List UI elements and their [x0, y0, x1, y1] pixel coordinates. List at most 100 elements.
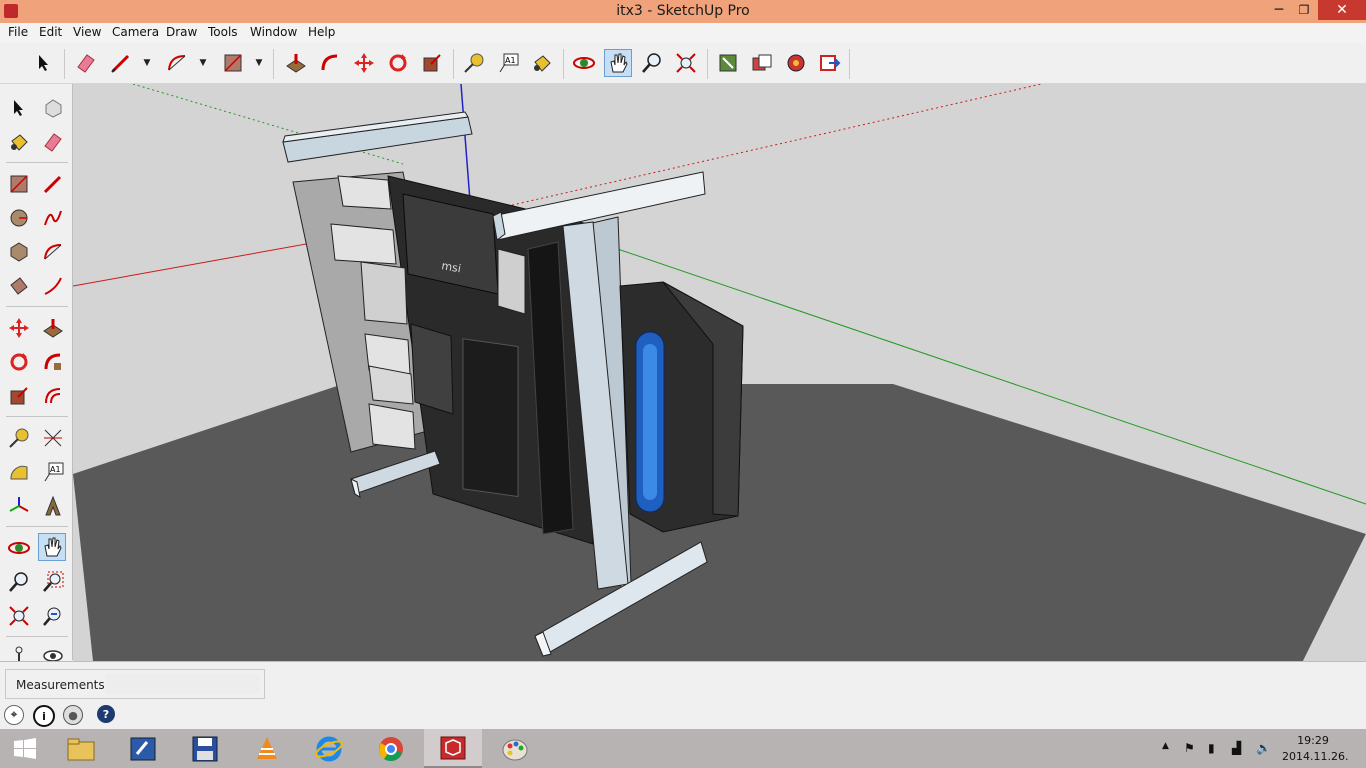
menu-help[interactable]: Help	[308, 25, 335, 39]
extension-warehouse-icon[interactable]	[782, 49, 810, 77]
window-title: itx3 - SketchUp Pro	[616, 3, 750, 19]
close-button[interactable]: ✕	[1318, 0, 1366, 20]
menu-edit[interactable]: Edit	[39, 25, 62, 39]
orbit-icon[interactable]	[5, 534, 33, 562]
arc-icon[interactable]	[39, 238, 67, 266]
status-area: Measurements ⌖ i ● ?	[0, 661, 1366, 730]
save-floppy-icon[interactable]	[176, 729, 234, 768]
eraser-icon[interactable]	[72, 49, 100, 77]
red-axis-dotted	[472, 84, 1044, 215]
tape-measure-icon[interactable]	[5, 424, 33, 452]
orbit-icon[interactable]	[570, 49, 598, 77]
move-icon[interactable]	[5, 314, 33, 342]
rotated-rectangle-icon[interactable]	[5, 272, 33, 300]
protractor-icon[interactable]	[5, 458, 33, 486]
pencil-line-icon[interactable]	[107, 49, 135, 77]
rotate-icon[interactable]	[5, 348, 33, 376]
system-clock[interactable]: 19:29 2014.11.26.	[1282, 733, 1349, 765]
rectangle-icon[interactable]	[219, 49, 247, 77]
measurements-box: Measurements	[5, 669, 265, 699]
title-bar: itx3 - SketchUp Pro ─ ❐ ✕	[0, 0, 1366, 23]
paint-bucket-icon[interactable]	[5, 128, 33, 156]
3d-text-icon[interactable]	[39, 492, 67, 520]
tape-measure-icon[interactable]	[460, 49, 488, 77]
previous-view-icon[interactable]	[39, 602, 67, 630]
push-pull-icon[interactable]	[282, 49, 310, 77]
chevron-down-icon[interactable]: ▼	[198, 55, 208, 71]
zoom-window-icon[interactable]	[39, 568, 67, 596]
blue-app-icon[interactable]	[114, 729, 172, 768]
clock-time: 19:29	[1297, 734, 1329, 747]
push-pull-icon[interactable]	[39, 314, 67, 342]
two-point-arc-icon[interactable]	[39, 272, 67, 300]
menu-window[interactable]: Window	[250, 25, 297, 39]
file-explorer-icon[interactable]	[52, 729, 110, 768]
drawing-viewport[interactable]: msi	[73, 84, 1366, 661]
pan-icon[interactable]	[38, 533, 66, 561]
credits-icon[interactable]: i	[33, 705, 55, 727]
measurements-input[interactable]	[106, 674, 260, 694]
text-icon[interactable]: A1	[39, 458, 67, 486]
volume-icon[interactable]: 🔊	[1256, 741, 1271, 755]
axes-icon[interactable]	[5, 492, 33, 520]
paint-icon[interactable]	[486, 729, 544, 768]
action-center-flag-icon[interactable]: ⚑	[1184, 741, 1195, 755]
circle-icon[interactable]	[5, 204, 33, 232]
help-icon[interactable]: ?	[97, 705, 115, 723]
scale-icon[interactable]	[5, 382, 33, 410]
green-axis-dotted	[132, 84, 404, 165]
offset-icon[interactable]	[39, 382, 67, 410]
rotate-icon[interactable]	[384, 49, 412, 77]
move-icon[interactable]	[350, 49, 378, 77]
menu-view[interactable]: View	[73, 25, 101, 39]
zoom-extents-icon[interactable]	[672, 49, 700, 77]
sketchup-icon[interactable]	[424, 729, 482, 768]
make-component-icon[interactable]	[39, 94, 67, 122]
menu-file[interactable]: File	[8, 25, 28, 39]
text-icon[interactable]: A1	[494, 49, 522, 77]
select-icon[interactable]	[5, 94, 33, 122]
freehand-icon[interactable]	[39, 204, 67, 232]
chevron-down-icon[interactable]: ▼	[254, 55, 264, 71]
windows-start-icon[interactable]	[0, 729, 50, 768]
restore-button[interactable]: ❐	[1292, 0, 1316, 20]
vlc-icon[interactable]	[238, 729, 296, 768]
rectangle-icon[interactable]	[5, 170, 33, 198]
paint-bucket-icon[interactable]	[528, 49, 556, 77]
zoom-extents-icon[interactable]	[5, 602, 33, 630]
minimize-button[interactable]: ─	[1266, 0, 1292, 20]
follow-me-icon[interactable]	[316, 49, 344, 77]
menu-draw[interactable]: Draw	[166, 25, 197, 39]
zoom-icon[interactable]	[638, 49, 666, 77]
follow-me-icon[interactable]	[39, 348, 67, 376]
zoom-icon[interactable]	[5, 568, 33, 596]
model-info-icon[interactable]	[714, 49, 742, 77]
select-icon[interactable]	[30, 49, 58, 77]
clock-date: 2014.11.26.	[1282, 750, 1349, 763]
scale-icon[interactable]	[418, 49, 446, 77]
geo-location-icon[interactable]: ⌖	[4, 705, 24, 725]
line-icon[interactable]	[39, 170, 67, 198]
eraser-icon[interactable]	[39, 128, 67, 156]
network-signal-icon[interactable]: ▟	[1232, 741, 1241, 755]
show-hidden-icons-icon[interactable]: ▲	[1162, 741, 1169, 751]
main-toolbar: ▼ ▼ ▼ A1	[0, 43, 1366, 84]
chrome-icon[interactable]	[362, 729, 420, 768]
menu-bar: File Edit View Camera Draw Tools Window …	[0, 23, 1366, 43]
battery-icon[interactable]: ▮	[1208, 741, 1215, 755]
wifi-card	[497, 248, 526, 315]
measurements-label: Measurements	[16, 678, 105, 692]
components-icon[interactable]	[748, 49, 776, 77]
menu-tools[interactable]: Tools	[208, 25, 238, 39]
polygon-icon[interactable]	[5, 238, 33, 266]
send-to-layout-icon[interactable]	[816, 49, 844, 77]
menu-camera[interactable]: Camera	[112, 25, 159, 39]
user-account-icon[interactable]: ●	[63, 705, 83, 725]
chevron-down-icon[interactable]: ▼	[142, 55, 152, 71]
dimensions-icon[interactable]	[39, 424, 67, 452]
pan-icon[interactable]	[604, 49, 632, 77]
left-toolbar: A1	[0, 84, 73, 663]
internet-explorer-icon[interactable]	[300, 729, 358, 768]
arc-icon[interactable]	[163, 49, 191, 77]
windows-taskbar: ▲ ⚑ ▮ ▟ 🔊 19:29 2014.11.26.	[0, 729, 1366, 768]
